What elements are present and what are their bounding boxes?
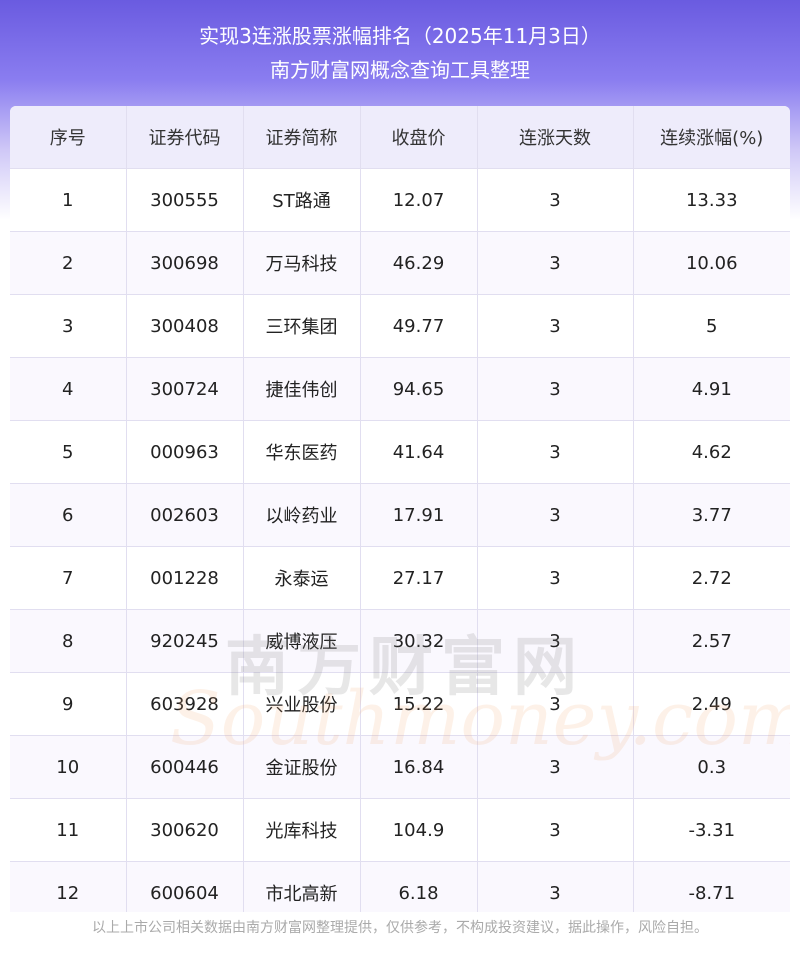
- cell-name: 华东医药: [243, 420, 361, 484]
- disclaimer-text: 以上上市公司相关数据由南方财富网整理提供，仅供参考，不构成投资建议，据此操作，风…: [92, 920, 708, 936]
- cell-rising-days: 3: [477, 672, 634, 736]
- cell-code: 603928: [126, 672, 244, 736]
- cell-rank: 8: [10, 609, 127, 673]
- cell-name: 兴业股份: [243, 672, 361, 736]
- table-row: 5 000963 华东医药 41.64 3 4.62: [10, 420, 790, 484]
- cell-rising-days: 3: [477, 231, 634, 295]
- cell-rank: 10: [10, 735, 127, 799]
- cell-rising-days: 3: [477, 546, 634, 610]
- table-row: 6 002603 以岭药业 17.91 3 3.77: [10, 483, 790, 547]
- page-title: 实现3连涨股票涨幅排名（2025年11月3日）: [199, 24, 601, 48]
- cell-name: ST路通: [243, 168, 361, 232]
- cell-cumulative-gain: 5: [633, 294, 790, 358]
- cell-code: 300620: [126, 798, 244, 862]
- cell-name: 三环集团: [243, 294, 361, 358]
- cell-close-price: 17.91: [360, 483, 478, 547]
- cell-code: 000963: [126, 420, 244, 484]
- table-header-row: 序号 证券代码 证券简称 收盘价 连涨天数 连续涨幅(%): [10, 106, 790, 169]
- table-row: 3 300408 三环集团 49.77 3 5: [10, 294, 790, 358]
- cell-name: 威博液压: [243, 609, 361, 673]
- cell-cumulative-gain: 13.33: [633, 168, 790, 232]
- cell-close-price: 6.18: [360, 861, 478, 912]
- column-header-close-price: 收盘价: [360, 106, 478, 169]
- cell-close-price: 30.32: [360, 609, 478, 673]
- cell-code: 600446: [126, 735, 244, 799]
- table-row: 12 600604 市北高新 6.18 3 -8.71: [10, 861, 790, 912]
- cell-cumulative-gain: 0.3: [633, 735, 790, 799]
- column-header-code: 证券代码: [126, 106, 244, 169]
- cell-rising-days: 3: [477, 798, 634, 862]
- table-row: 11 300620 光库科技 104.9 3 -3.31: [10, 798, 790, 862]
- cell-rank: 7: [10, 546, 127, 610]
- cell-close-price: 15.22: [360, 672, 478, 736]
- cell-close-price: 16.84: [360, 735, 478, 799]
- column-header-rising-days: 连涨天数: [477, 106, 634, 169]
- cell-rank: 9: [10, 672, 127, 736]
- table-body: 1 300555 ST路通 12.07 3 13.33 2 300698 万马科技 46.29 3 1…: [10, 168, 790, 912]
- cell-cumulative-gain: -3.31: [633, 798, 790, 862]
- cell-rank: 5: [10, 420, 127, 484]
- cell-name: 金证股份: [243, 735, 361, 799]
- cell-cumulative-gain: 3.77: [633, 483, 790, 547]
- table-row: 1 300555 ST路通 12.07 3 13.33: [10, 168, 790, 232]
- ranking-table: 序号 证券代码 证券简称 收盘价 连涨天数 连续涨幅(%) 1 300555 ST路…: [10, 106, 790, 912]
- table-row: 7 001228 永泰运 27.17 3 2.72: [10, 546, 790, 610]
- column-header-rank: 序号: [10, 106, 127, 169]
- cell-code: 300724: [126, 357, 244, 421]
- page-header: 实现3连涨股票涨幅排名（2025年11月3日） 南方财富网概念查询工具整理: [0, 0, 800, 110]
- cell-close-price: 94.65: [360, 357, 478, 421]
- cell-code: 300698: [126, 231, 244, 295]
- table-row: 10 600446 金证股份 16.84 3 0.3: [10, 735, 790, 799]
- cell-code: 300555: [126, 168, 244, 232]
- table-row: 8 920245 威博液压 30.32 3 2.57: [10, 609, 790, 673]
- cell-close-price: 41.64: [360, 420, 478, 484]
- cell-code: 300408: [126, 294, 244, 358]
- table-row: 2 300698 万马科技 46.29 3 10.06: [10, 231, 790, 295]
- cell-rising-days: 3: [477, 420, 634, 484]
- column-header-cumulative-gain: 连续涨幅(%): [633, 106, 790, 169]
- cell-rank: 6: [10, 483, 127, 547]
- cell-cumulative-gain: -8.71: [633, 861, 790, 912]
- cell-name: 市北高新: [243, 861, 361, 912]
- cell-rising-days: 3: [477, 294, 634, 358]
- cell-name: 捷佳伟创: [243, 357, 361, 421]
- cell-rank: 4: [10, 357, 127, 421]
- cell-close-price: 104.9: [360, 798, 478, 862]
- cell-close-price: 12.07: [360, 168, 478, 232]
- page-subtitle: 南方财富网概念查询工具整理: [270, 58, 530, 82]
- cell-code: 600604: [126, 861, 244, 912]
- cell-code: 920245: [126, 609, 244, 673]
- cell-rising-days: 3: [477, 357, 634, 421]
- cell-close-price: 27.17: [360, 546, 478, 610]
- cell-rising-days: 3: [477, 735, 634, 799]
- cell-cumulative-gain: 10.06: [633, 231, 790, 295]
- cell-cumulative-gain: 4.91: [633, 357, 790, 421]
- cell-cumulative-gain: 2.72: [633, 546, 790, 610]
- cell-rising-days: 3: [477, 483, 634, 547]
- cell-name: 永泰运: [243, 546, 361, 610]
- cell-name: 光库科技: [243, 798, 361, 862]
- table-row: 4 300724 捷佳伟创 94.65 3 4.91: [10, 357, 790, 421]
- cell-rising-days: 3: [477, 168, 634, 232]
- cell-cumulative-gain: 4.62: [633, 420, 790, 484]
- cell-close-price: 49.77: [360, 294, 478, 358]
- cell-code: 002603: [126, 483, 244, 547]
- column-header-name: 证券简称: [243, 106, 361, 169]
- cell-cumulative-gain: 2.49: [633, 672, 790, 736]
- table-row: 9 603928 兴业股份 15.22 3 2.49: [10, 672, 790, 736]
- cell-rank: 1: [10, 168, 127, 232]
- cell-name: 万马科技: [243, 231, 361, 295]
- cell-rank: 12: [10, 861, 127, 912]
- cell-rank: 11: [10, 798, 127, 862]
- cell-close-price: 46.29: [360, 231, 478, 295]
- cell-rising-days: 3: [477, 609, 634, 673]
- cell-cumulative-gain: 2.57: [633, 609, 790, 673]
- ranking-table-container: 序号 证券代码 证券简称 收盘价 连涨天数 连续涨幅(%) 1 300555 ST路…: [10, 106, 790, 912]
- cell-rank: 3: [10, 294, 127, 358]
- cell-rank: 2: [10, 231, 127, 295]
- cell-name: 以岭药业: [243, 483, 361, 547]
- cell-code: 001228: [126, 546, 244, 610]
- cell-rising-days: 3: [477, 861, 634, 912]
